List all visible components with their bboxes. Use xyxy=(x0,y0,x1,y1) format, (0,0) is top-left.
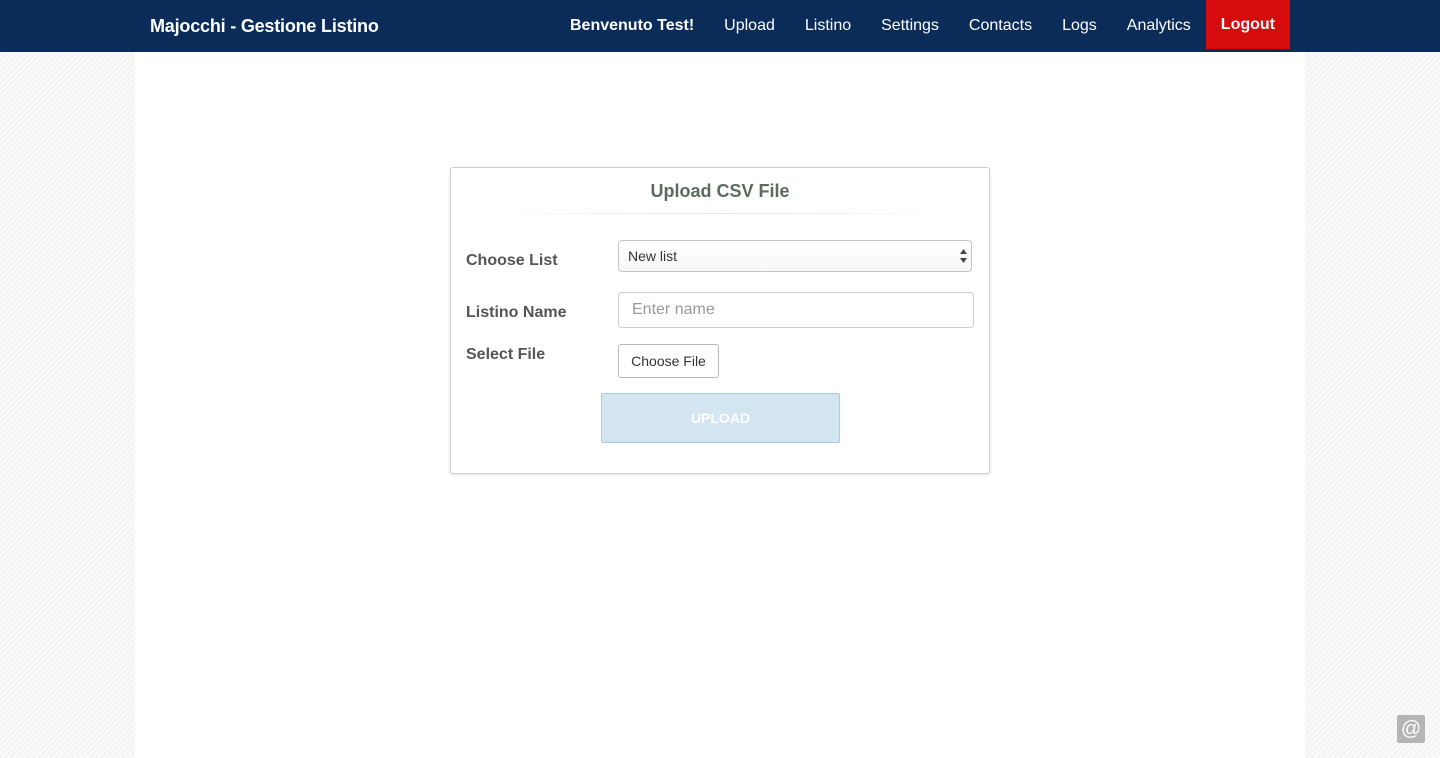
listino-name-label: Listino Name xyxy=(466,304,567,321)
logout-button[interactable]: Logout xyxy=(1205,0,1290,49)
panel-divider xyxy=(481,213,959,214)
select-file-label: Select File xyxy=(466,346,546,363)
top-navbar: Majocchi - Gestione Listino Benvenuto Te… xyxy=(0,0,1440,52)
panel-title: Upload CSV File xyxy=(650,181,790,201)
select-arrows-icon xyxy=(960,249,967,263)
at-icon[interactable]: @ xyxy=(1397,715,1425,743)
nav-menu: Benvenuto Test! Upload Listino Settings … xyxy=(555,0,1290,52)
nav-item-settings[interactable]: Settings xyxy=(866,0,954,52)
upload-button[interactable]: UPLOAD xyxy=(601,393,840,443)
choose-list-selected-value: New list xyxy=(628,248,678,264)
main-content: Upload CSV File Choose List New list Lis… xyxy=(135,52,1305,758)
app-brand[interactable]: Majocchi - Gestione Listino xyxy=(150,0,379,52)
welcome-message: Benvenuto Test! xyxy=(570,17,695,34)
nav-item-listino[interactable]: Listino xyxy=(790,0,866,52)
nav-item-logs[interactable]: Logs xyxy=(1047,0,1112,52)
nav-item-upload[interactable]: Upload xyxy=(709,0,790,52)
nav-item-contacts[interactable]: Contacts xyxy=(954,0,1047,52)
upload-csv-panel: Upload CSV File Choose List New list Lis… xyxy=(450,167,990,474)
choose-list-select[interactable]: New list xyxy=(618,240,972,272)
listino-name-input[interactable] xyxy=(618,292,974,328)
choose-list-label: Choose List xyxy=(466,252,558,269)
nav-item-analytics[interactable]: Analytics xyxy=(1112,0,1206,52)
choose-file-button[interactable]: Choose File xyxy=(618,344,719,378)
